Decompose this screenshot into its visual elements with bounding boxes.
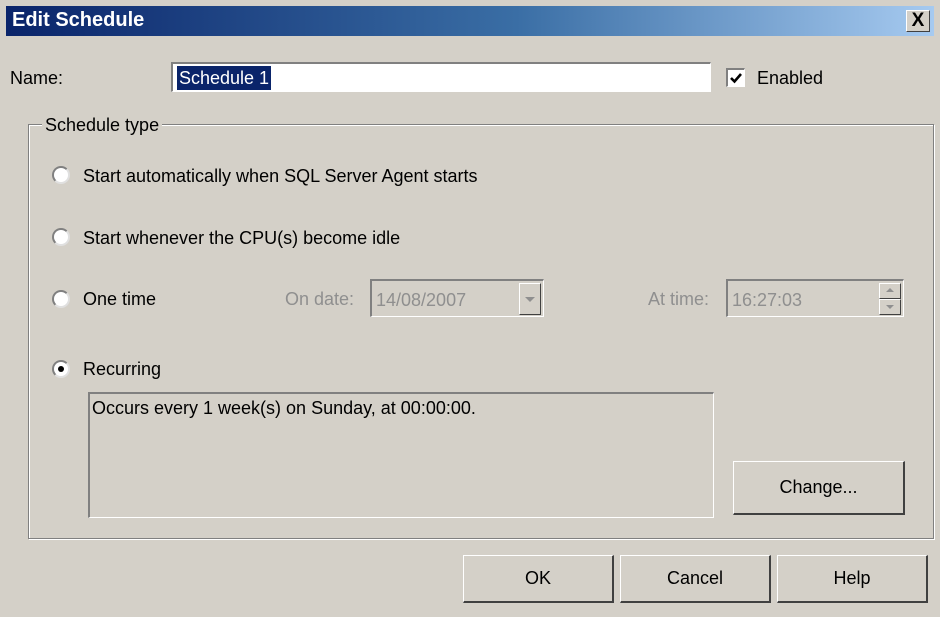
- schedule-type-legend: Schedule type: [42, 115, 163, 136]
- enabled-label: Enabled: [757, 68, 824, 88]
- name-input[interactable]: Schedule 1: [171, 62, 711, 92]
- change-button[interactable]: Change...: [733, 461, 905, 515]
- checkmark-icon: [730, 73, 742, 84]
- date-value: 14/08/2007: [376, 290, 467, 310]
- name-label: Name:: [10, 68, 64, 88]
- spin-up-icon: [886, 288, 894, 292]
- date-picker[interactable]: 14/08/2007: [370, 279, 544, 317]
- date-dropdown-button[interactable]: [519, 283, 541, 315]
- time-input[interactable]: 16:27:03: [726, 279, 904, 317]
- help-button[interactable]: Help: [777, 555, 928, 603]
- chevron-down-icon: [525, 297, 535, 302]
- enabled-checkbox[interactable]: [726, 68, 745, 87]
- radio-selected-dot: [58, 366, 64, 372]
- option-start-auto-label: Start automatically when SQL Server Agen…: [83, 166, 478, 186]
- at-time-label: At time:: [648, 289, 710, 309]
- edit-schedule-dialog: Edit Schedule X Name: Schedule 1 Enabled…: [0, 0, 940, 617]
- option-one-time-label: One time: [83, 289, 157, 309]
- time-value: 16:27:03: [732, 290, 803, 310]
- option-recurring-label: Recurring: [83, 359, 162, 379]
- close-button[interactable]: X: [906, 10, 930, 32]
- dialog-title: Edit Schedule: [12, 9, 145, 31]
- time-spin-up[interactable]: [879, 283, 901, 299]
- recurring-description: Occurs every 1 week(s) on Sunday, at 00:…: [92, 398, 476, 418]
- radio-start-auto[interactable]: [52, 166, 70, 184]
- option-cpu-idle-label: Start whenever the CPU(s) become idle: [83, 228, 401, 248]
- title-bar[interactable]: Edit Schedule X: [6, 6, 934, 36]
- spin-down-icon: [886, 305, 894, 309]
- time-spin-down[interactable]: [879, 299, 901, 315]
- cancel-button[interactable]: Cancel: [620, 555, 771, 603]
- radio-one-time[interactable]: [52, 290, 70, 308]
- recurring-description-box: Occurs every 1 week(s) on Sunday, at 00:…: [88, 392, 714, 518]
- change-button-label: Change...: [779, 477, 858, 497]
- name-input-value: Schedule 1: [177, 66, 272, 90]
- on-date-label: On date:: [285, 289, 355, 309]
- cancel-button-label: Cancel: [666, 568, 724, 588]
- radio-recurring[interactable]: [52, 360, 70, 378]
- help-button-label: Help: [833, 568, 871, 588]
- ok-button[interactable]: OK: [463, 555, 614, 603]
- ok-button-label: OK: [524, 568, 551, 588]
- radio-cpu-idle[interactable]: [52, 228, 70, 246]
- close-icon: X: [911, 10, 925, 31]
